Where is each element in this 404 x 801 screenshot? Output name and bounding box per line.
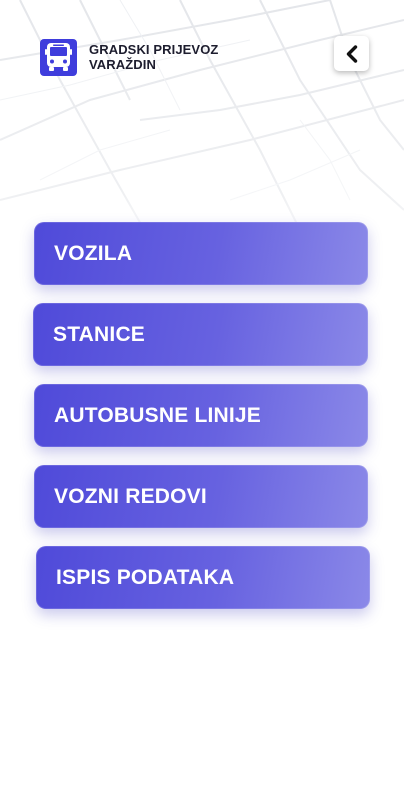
vozni-redovi-label: VOZNI REDOVI — [54, 484, 207, 508]
ispis-podataka-button[interactable]: ISPIS PODATAKA — [36, 546, 370, 609]
app-title-line1: GRADSKI PRIJEVOZ — [89, 42, 219, 57]
chevron-left-icon — [346, 44, 357, 63]
stanice-label: STANICE — [53, 322, 146, 346]
app-title: GRADSKI PRIJEVOZ VARAŽDIN — [89, 42, 218, 72]
vozni-redovi-button[interactable]: VOZNI REDOVI — [34, 465, 368, 528]
app-title-line2: VARAŽDIN — [89, 57, 156, 72]
app-header: GRADSKI PRIJEVOZ VARAŽDIN — [40, 38, 370, 76]
autobusne-linije-button[interactable]: AUTOBUSNE LINIJE — [34, 384, 368, 447]
back-button[interactable] — [334, 36, 369, 71]
main-screen: GRADSKI PRIJEVOZ VARAŽDIN VOZILA STANICE… — [0, 0, 404, 801]
ispis-podataka-label: ISPIS PODATAKA — [56, 565, 235, 589]
stanice-button[interactable]: STANICE — [33, 303, 368, 366]
vozila-label: VOZILA — [54, 241, 133, 265]
bus-icon — [40, 38, 77, 76]
main-menu: VOZILA STANICE AUTOBUSNE LINIJE VOZNI RE… — [0, 0, 404, 801]
autobusne-linije-label: AUTOBUSNE LINIJE — [54, 403, 262, 427]
vozila-button[interactable]: VOZILA — [34, 222, 368, 285]
